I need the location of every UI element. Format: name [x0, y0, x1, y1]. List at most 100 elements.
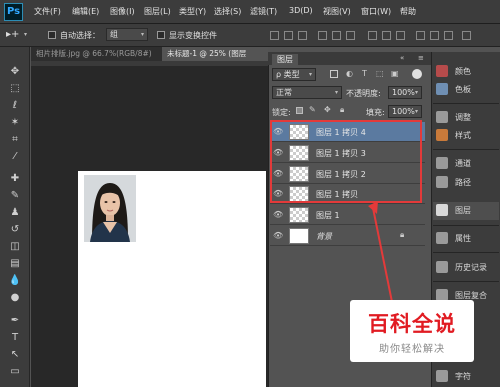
blend-mode-dropdown[interactable]: 正常 ▾ — [272, 86, 342, 99]
filter-shape-icon[interactable]: ⬚ — [376, 69, 384, 78]
dock-divider — [433, 103, 499, 104]
properties-icon — [436, 232, 448, 244]
marquee-tool-icon[interactable]: ⬚ — [7, 82, 23, 96]
menu-3d[interactable]: 3D(D) — [289, 6, 313, 15]
menu-file[interactable]: 文件(F) — [34, 6, 61, 17]
magic-wand-icon[interactable]: ✶ — [7, 116, 23, 130]
eraser-tool-icon[interactable]: ◫ — [7, 240, 23, 254]
auto-select-checkbox[interactable] — [48, 31, 56, 39]
dock-paths[interactable]: 路径 — [433, 174, 499, 192]
dock-history[interactable]: 历史记录 — [433, 259, 499, 277]
menu-type[interactable]: 类型(Y) — [179, 6, 206, 17]
crop-tool-icon[interactable]: ⌗ — [7, 133, 23, 147]
dock-properties[interactable]: 属性 — [433, 230, 499, 248]
photoshop-logo: Ps — [4, 3, 23, 21]
layer-filter-dropdown[interactable]: ρ 类型 ▾ — [272, 68, 316, 81]
dock-adjustments[interactable]: 调整 — [433, 109, 499, 127]
clone-stamp-icon[interactable]: ♟ — [7, 206, 23, 220]
history-icon — [436, 261, 448, 273]
chevron-down-icon: ▾ — [414, 108, 418, 115]
filter-type-icon[interactable]: T — [362, 69, 367, 78]
menu-view[interactable]: 视图(V) — [323, 6, 351, 17]
watermark-title: 百科全说 — [368, 312, 456, 336]
gradient-tool-icon[interactable]: ▤ — [7, 257, 23, 271]
dock-label: 样式 — [455, 131, 471, 140]
move-tool-icon[interactable]: ✥ — [7, 65, 23, 79]
fill-label: 填充: — [366, 108, 385, 117]
menu-window[interactable]: 窗口(W) — [361, 6, 391, 17]
healing-brush-icon[interactable]: ✚ — [7, 172, 23, 186]
move-tool-icon[interactable]: ▸+ — [6, 29, 19, 40]
menu-select[interactable]: 选择(S) — [214, 6, 241, 17]
layer-row[interactable]: 👁︎ 背景 🔒︎ — [270, 226, 425, 246]
dock-swatches[interactable]: 色板 — [433, 81, 499, 99]
align-hcenter-icon[interactable] — [332, 31, 341, 40]
align-top-icon[interactable] — [270, 31, 279, 40]
filter-adjust-icon[interactable]: ◐ — [346, 69, 353, 78]
distribute-right-icon[interactable] — [444, 31, 453, 40]
dock-channels[interactable]: 通道 — [433, 155, 499, 173]
filter-smart-icon[interactable]: ▣ — [391, 69, 399, 78]
shape-tool-icon[interactable]: ▭ — [7, 365, 23, 379]
color-icon — [436, 65, 448, 77]
menu-image[interactable]: 图像(I) — [110, 6, 135, 17]
doc-tab-2[interactable]: 未标题-1 @ 25% (图层 — [162, 47, 268, 61]
visibility-eye-icon[interactable]: 👁︎ — [273, 210, 283, 220]
lock-pixels-icon[interactable]: ✎ — [309, 105, 316, 114]
panel-menu-icon[interactable]: ≡ — [418, 54, 424, 62]
dock-label: 色板 — [455, 85, 471, 94]
menu-layer[interactable]: 图层(L) — [144, 6, 171, 17]
auto-align-icon[interactable] — [462, 31, 471, 40]
menu-edit[interactable]: 编辑(E) — [72, 6, 99, 17]
panel-collapse-icon[interactable]: « — [400, 54, 404, 62]
distribute-hcenter-icon[interactable] — [430, 31, 439, 40]
filter-toggle-icon[interactable] — [412, 69, 422, 79]
dock-styles[interactable]: 样式 — [433, 127, 499, 145]
layer-name: 图层 1 — [316, 211, 340, 220]
distribute-bottom-icon[interactable] — [396, 31, 405, 40]
dock-label: 字符 — [455, 372, 471, 381]
tool-preset-chevron-icon[interactable]: ▾ — [24, 31, 27, 38]
brush-tool-icon[interactable]: ✎ — [7, 189, 23, 203]
dock-character[interactable]: 字符 — [433, 368, 499, 386]
visibility-eye-icon[interactable]: 👁︎ — [273, 231, 283, 241]
lock-transparent-icon[interactable] — [296, 107, 303, 114]
menu-filter[interactable]: 滤镜(T) — [250, 6, 277, 17]
history-brush-icon[interactable]: ↺ — [7, 223, 23, 237]
distribute-left-icon[interactable] — [416, 31, 425, 40]
dock-label: 路径 — [455, 178, 471, 187]
layer-thumbnail — [289, 207, 309, 223]
pen-tool-icon[interactable]: ✒ — [7, 314, 23, 328]
dock-divider — [433, 225, 499, 226]
tab-layers[interactable]: 图层 — [272, 54, 298, 65]
menu-help[interactable]: 帮助 — [400, 6, 416, 17]
opacity-field[interactable]: 100% ▾ — [388, 86, 422, 99]
distribute-top-icon[interactable] — [368, 31, 377, 40]
doc-tab-1[interactable]: 相片排版.jpg @ 66.7%(RGB/8#) — [31, 47, 161, 61]
fill-field[interactable]: 100% ▾ — [388, 105, 422, 118]
chevron-down-icon: ▾ — [140, 31, 144, 38]
align-bottom-icon[interactable] — [298, 31, 307, 40]
distribute-vcenter-icon[interactable] — [382, 31, 391, 40]
channels-icon — [436, 157, 448, 169]
blur-tool-icon[interactable]: 💧 — [7, 274, 23, 288]
align-left-icon[interactable] — [318, 31, 327, 40]
lock-position-icon[interactable]: ✥ — [324, 105, 331, 114]
align-vcenter-icon[interactable] — [284, 31, 293, 40]
align-right-icon[interactable] — [346, 31, 355, 40]
filter-pixel-icon[interactable] — [330, 70, 338, 78]
character-icon — [436, 370, 448, 382]
auto-select-dropdown[interactable]: 组 ▾ — [106, 28, 148, 41]
dock-divider — [433, 149, 499, 150]
lasso-tool-icon[interactable]: ℓ — [7, 99, 23, 113]
dodge-tool-icon[interactable]: ● — [7, 291, 23, 305]
layer-row[interactable]: 👁︎ 图层 1 — [270, 205, 425, 225]
dock-layers[interactable]: 图层 — [433, 202, 499, 220]
dock-label: 颜色 — [455, 67, 471, 76]
type-tool-icon[interactable]: T — [7, 331, 23, 345]
lock-all-icon[interactable]: 🔒︎ — [340, 105, 344, 115]
dock-color[interactable]: 颜色 — [433, 63, 499, 81]
show-transform-checkbox[interactable] — [157, 31, 165, 39]
path-select-icon[interactable]: ↖ — [7, 348, 23, 362]
eyedropper-icon[interactable]: ⁄ — [7, 150, 23, 164]
